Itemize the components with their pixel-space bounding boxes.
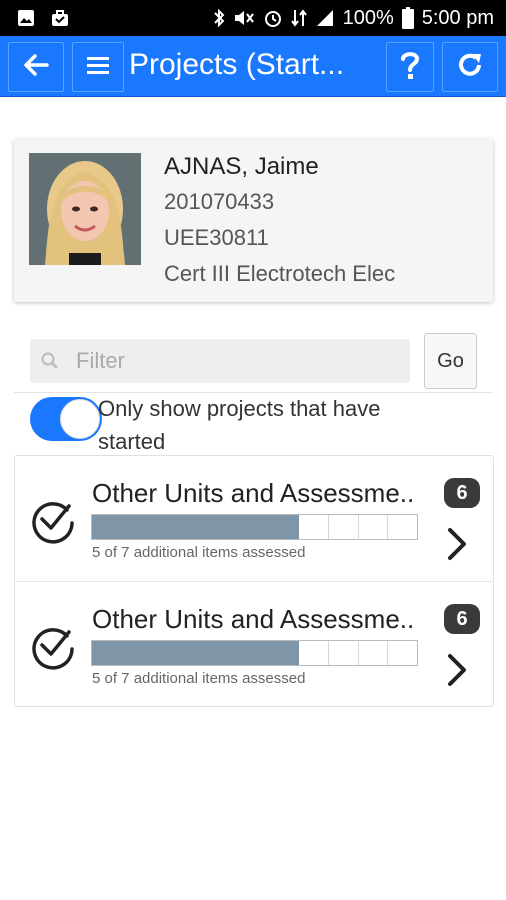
project-row[interactable]: Other Units and Assessme.. 5 of 7 additi… <box>15 456 493 582</box>
progress-text: 5 of 7 additional items assessed <box>92 670 306 687</box>
image-icon <box>16 8 36 28</box>
project-list: Other Units and Assessme.. 5 of 7 additi… <box>14 455 494 707</box>
data-icon <box>290 8 307 28</box>
mute-icon <box>233 8 255 28</box>
course-name: Cert III Electrotech Elec <box>164 261 396 286</box>
avatar <box>29 153 141 265</box>
filter-box <box>30 339 410 383</box>
project-row[interactable]: Other Units and Assessme.. 5 of 7 additi… <box>15 582 493 706</box>
page-title: Projects (Start... <box>129 48 345 81</box>
progress-text: 5 of 7 additional items assessed <box>92 544 306 561</box>
status-bar: 100% 5:00 pm <box>0 0 506 36</box>
help-button[interactable] <box>386 42 434 92</box>
started-only-toggle[interactable] <box>30 397 102 441</box>
count-badge: 6 <box>444 604 480 634</box>
arrow-left-icon <box>20 49 52 86</box>
progress-bar <box>91 514 418 540</box>
toggle-label: Only show projects that have started <box>98 396 381 454</box>
refresh-button[interactable] <box>442 42 498 92</box>
student-id: 201070433 <box>164 189 275 214</box>
battery-icon <box>401 7 414 29</box>
question-mark-icon <box>398 49 422 86</box>
student-name: AJNAS, Jaime <box>164 153 319 180</box>
back-button[interactable] <box>8 42 64 92</box>
check-circle-icon <box>29 496 77 549</box>
battery-text: 100% <box>342 6 394 29</box>
toggle-knob <box>60 399 100 439</box>
menu-button[interactable] <box>72 42 124 92</box>
alarm-icon <box>263 8 283 28</box>
course-code: UEE30811 <box>164 225 269 250</box>
app-bar: Projects (Start... <box>0 36 506 97</box>
check-circle-icon <box>29 622 77 675</box>
chevron-right-icon[interactable] <box>445 526 469 567</box>
clock-text: 5:00 pm <box>421 6 494 29</box>
signal-icon <box>315 8 335 28</box>
student-profile-card: AJNAS, Jaime 201070433 UEE30811 Cert III… <box>14 139 493 302</box>
progress-bar <box>91 640 418 666</box>
project-title: Other Units and Assessme.. <box>92 478 415 508</box>
chevron-right-icon[interactable] <box>445 652 469 693</box>
go-button[interactable]: Go <box>424 333 477 389</box>
search-icon <box>40 351 60 376</box>
refresh-icon <box>454 49 486 86</box>
project-title: Other Units and Assessme.. <box>92 604 415 634</box>
count-badge: 6 <box>444 478 480 508</box>
filter-input[interactable] <box>76 343 396 379</box>
bluetooth-icon <box>213 8 225 28</box>
briefcase-icon <box>50 8 70 28</box>
hamburger-menu-icon <box>86 54 110 81</box>
